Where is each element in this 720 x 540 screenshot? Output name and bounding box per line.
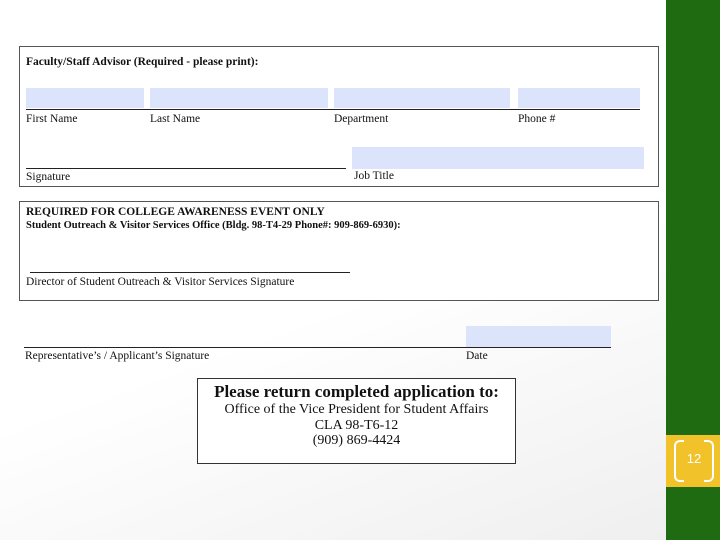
first-name-field[interactable] [26,88,144,108]
department-label: Department [334,113,389,125]
director-signature-line [30,272,350,273]
job-title-field[interactable] [352,147,644,169]
return-title: Please return completed application to: [214,382,499,401]
return-address-box: Please return completed application to: … [197,378,516,464]
phone-label: Phone # [518,113,556,125]
job-title-label: Job Title [354,170,394,182]
phone-field[interactable] [518,88,640,108]
last-name-field[interactable] [150,88,328,108]
office-line: Student Outreach & Visitor Services Offi… [26,220,401,231]
signature-line [26,168,346,169]
page-number-badge: 12 [674,438,714,482]
last-name-label: Last Name [150,113,201,125]
return-office: Office of the Vice President for Student… [224,402,489,417]
name-row-underline [26,109,640,110]
signature-label: Signature [26,171,71,183]
advisor-section: Faculty/Staff Advisor (Required - please… [19,46,659,187]
applicant-signature-line [24,347,611,348]
awareness-heading: REQUIRED FOR COLLEGE AWARENESS EVENT ONL… [26,206,325,218]
return-phone: (909) 869-4424 [312,433,401,448]
advisor-heading: Faculty/Staff Advisor (Required - please… [26,56,259,68]
page-number: 12 [686,451,702,466]
director-signature-label: Director of Student Outreach & Visitor S… [26,276,295,288]
department-field[interactable] [334,88,510,108]
awareness-section: REQUIRED FOR COLLEGE AWARENESS EVENT ONL… [19,201,659,301]
applicant-signature-label: Representative’s / Applicant’s Signature [25,350,210,362]
date-field[interactable] [466,326,611,347]
date-label: Date [466,350,488,362]
first-name-label: First Name [26,113,78,125]
return-room: CLA 98-T6-12 [314,417,399,433]
